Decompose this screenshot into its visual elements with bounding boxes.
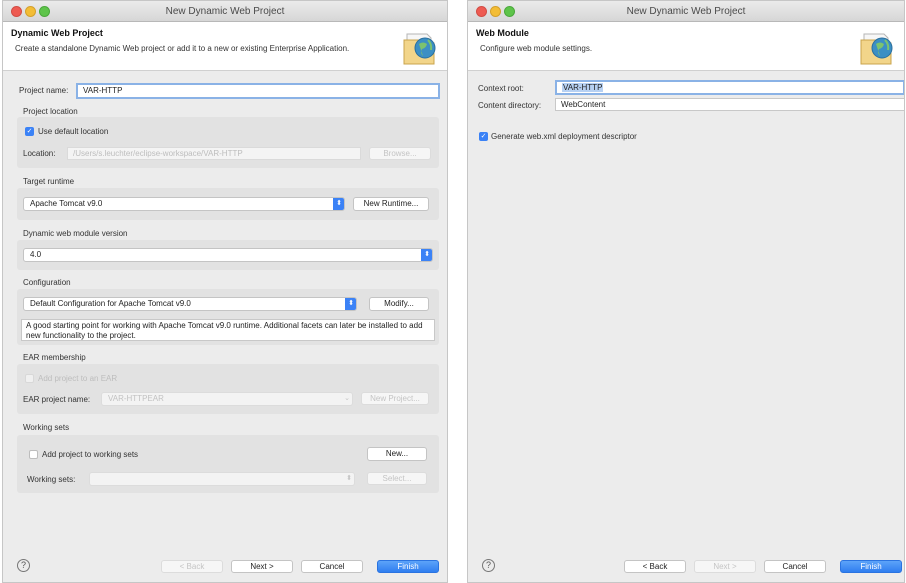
context-root-value: VAR-HTTP xyxy=(562,83,604,92)
working-sets-heading: Working sets xyxy=(23,423,70,432)
dropdown-arrow-icon: ⬍ xyxy=(333,198,344,210)
modify-button[interactable]: Modify... xyxy=(369,297,429,311)
add-to-working-sets-label: Add project to working sets xyxy=(42,450,139,459)
context-root-label: Context root: xyxy=(478,84,524,93)
add-to-ear-checkbox[interactable] xyxy=(25,374,34,383)
configuration-description: A good starting point for working with A… xyxy=(21,319,435,341)
project-name-label: Project name: xyxy=(19,86,69,95)
dropdown-arrow-icon: ⌄ xyxy=(344,395,350,402)
content-directory-input[interactable]: WebContent xyxy=(555,98,904,111)
working-sets-select[interactable]: ⬍ xyxy=(89,472,355,486)
configuration-value: Default Configuration for Apache Tomcat … xyxy=(30,299,191,308)
project-location-group: ✓ Use default location Location: /Users/… xyxy=(17,117,439,168)
context-root-input[interactable]: VAR-HTTP xyxy=(555,80,904,95)
dropdown-arrow-icon: ⬍ xyxy=(346,475,352,482)
wizard-banner: Dynamic Web Project Create a standalone … xyxy=(3,22,447,71)
configuration-heading: Configuration xyxy=(23,278,71,287)
target-runtime-select[interactable]: Apache Tomcat v9.0 ⬍ xyxy=(23,197,345,211)
location-input[interactable]: /Users/s.leuchter/eclipse-workspace/VAR-… xyxy=(67,147,361,160)
back-button[interactable]: < Back xyxy=(161,560,223,573)
next-button[interactable]: Next > xyxy=(231,560,293,573)
use-default-location-label: Use default location xyxy=(38,127,109,136)
title-bar: New Dynamic Web Project xyxy=(3,1,447,22)
banner-title: Dynamic Web Project xyxy=(11,28,103,38)
cancel-button[interactable]: Cancel xyxy=(764,560,826,573)
back-button[interactable]: < Back xyxy=(624,560,686,573)
target-runtime-group: Apache Tomcat v9.0 ⬍ New Runtime... xyxy=(17,188,439,220)
location-label: Location: xyxy=(23,149,56,158)
target-runtime-value: Apache Tomcat v9.0 xyxy=(30,199,103,208)
finish-button[interactable]: Finish xyxy=(377,560,439,573)
module-version-group: 4.0 ⬍ xyxy=(17,240,439,270)
target-runtime-heading: Target runtime xyxy=(23,177,75,186)
generate-web-xml-checkbox[interactable]: ✓ xyxy=(479,132,488,141)
new-project-button[interactable]: New Project... xyxy=(361,392,429,405)
title-bar: New Dynamic Web Project xyxy=(468,1,904,22)
add-to-working-sets-checkbox[interactable] xyxy=(29,450,38,459)
web-module-window-right: New Dynamic Web Project Web Module Confi… xyxy=(467,0,905,583)
dropdown-arrow-icon: ⬍ xyxy=(421,249,432,261)
wizard-footer: ? < Back Next > Cancel Finish xyxy=(3,546,447,582)
finish-button[interactable]: Finish xyxy=(840,560,902,573)
new-runtime-button[interactable]: New Runtime... xyxy=(353,197,429,211)
help-icon[interactable]: ? xyxy=(482,559,495,572)
generate-web-xml-label: Generate web.xml deployment descriptor xyxy=(491,132,637,141)
new-working-set-button[interactable]: New... xyxy=(367,447,427,461)
add-to-ear-label: Add project to an EAR xyxy=(38,374,118,383)
project-location-heading: Project location xyxy=(23,107,78,116)
configuration-select[interactable]: Default Configuration for Apache Tomcat … xyxy=(23,297,357,311)
banner-description: Configure web module settings. xyxy=(480,44,593,53)
browse-button[interactable]: Browse... xyxy=(369,147,431,160)
configuration-group: Default Configuration for Apache Tomcat … xyxy=(17,289,439,345)
select-working-sets-button[interactable]: Select... xyxy=(367,472,427,485)
wizard-globe-icon xyxy=(403,33,436,65)
project-name-input[interactable]: VAR-HTTP xyxy=(76,83,440,99)
help-icon[interactable]: ? xyxy=(17,559,30,572)
wizard-globe-icon xyxy=(860,33,893,65)
dynamic-web-project-window-left: New Dynamic Web Project Dynamic Web Proj… xyxy=(2,0,448,583)
module-version-heading: Dynamic web module version xyxy=(23,229,128,238)
ear-project-name-value: VAR-HTTPEAR xyxy=(108,394,164,403)
window-title: New Dynamic Web Project xyxy=(626,6,746,17)
working-sets-label: Working sets: xyxy=(27,475,76,484)
ear-project-name-select[interactable]: VAR-HTTPEAR ⌄ xyxy=(101,392,353,406)
next-button[interactable]: Next > xyxy=(694,560,756,573)
working-sets-group: Add project to working sets New... Worki… xyxy=(17,435,439,493)
banner-description: Create a standalone Dynamic Web project … xyxy=(15,44,350,53)
dropdown-arrow-icon: ⬍ xyxy=(345,298,356,310)
use-default-location-checkbox[interactable]: ✓ xyxy=(25,127,34,136)
ear-membership-heading: EAR membership xyxy=(23,353,86,362)
wizard-footer: ? < Back Next > Cancel Finish xyxy=(468,546,904,582)
module-version-value: 4.0 xyxy=(30,250,42,259)
cancel-button[interactable]: Cancel xyxy=(301,560,363,573)
content-directory-label: Content directory: xyxy=(478,101,542,110)
banner-title: Web Module xyxy=(476,28,529,38)
ear-project-name-label: EAR project name: xyxy=(23,395,91,404)
wizard-banner: Web Module Configure web module settings… xyxy=(468,22,904,71)
window-title: New Dynamic Web Project xyxy=(165,6,285,17)
module-version-select[interactable]: 4.0 ⬍ xyxy=(23,248,433,262)
ear-membership-group: Add project to an EAR EAR project name: … xyxy=(17,364,439,414)
